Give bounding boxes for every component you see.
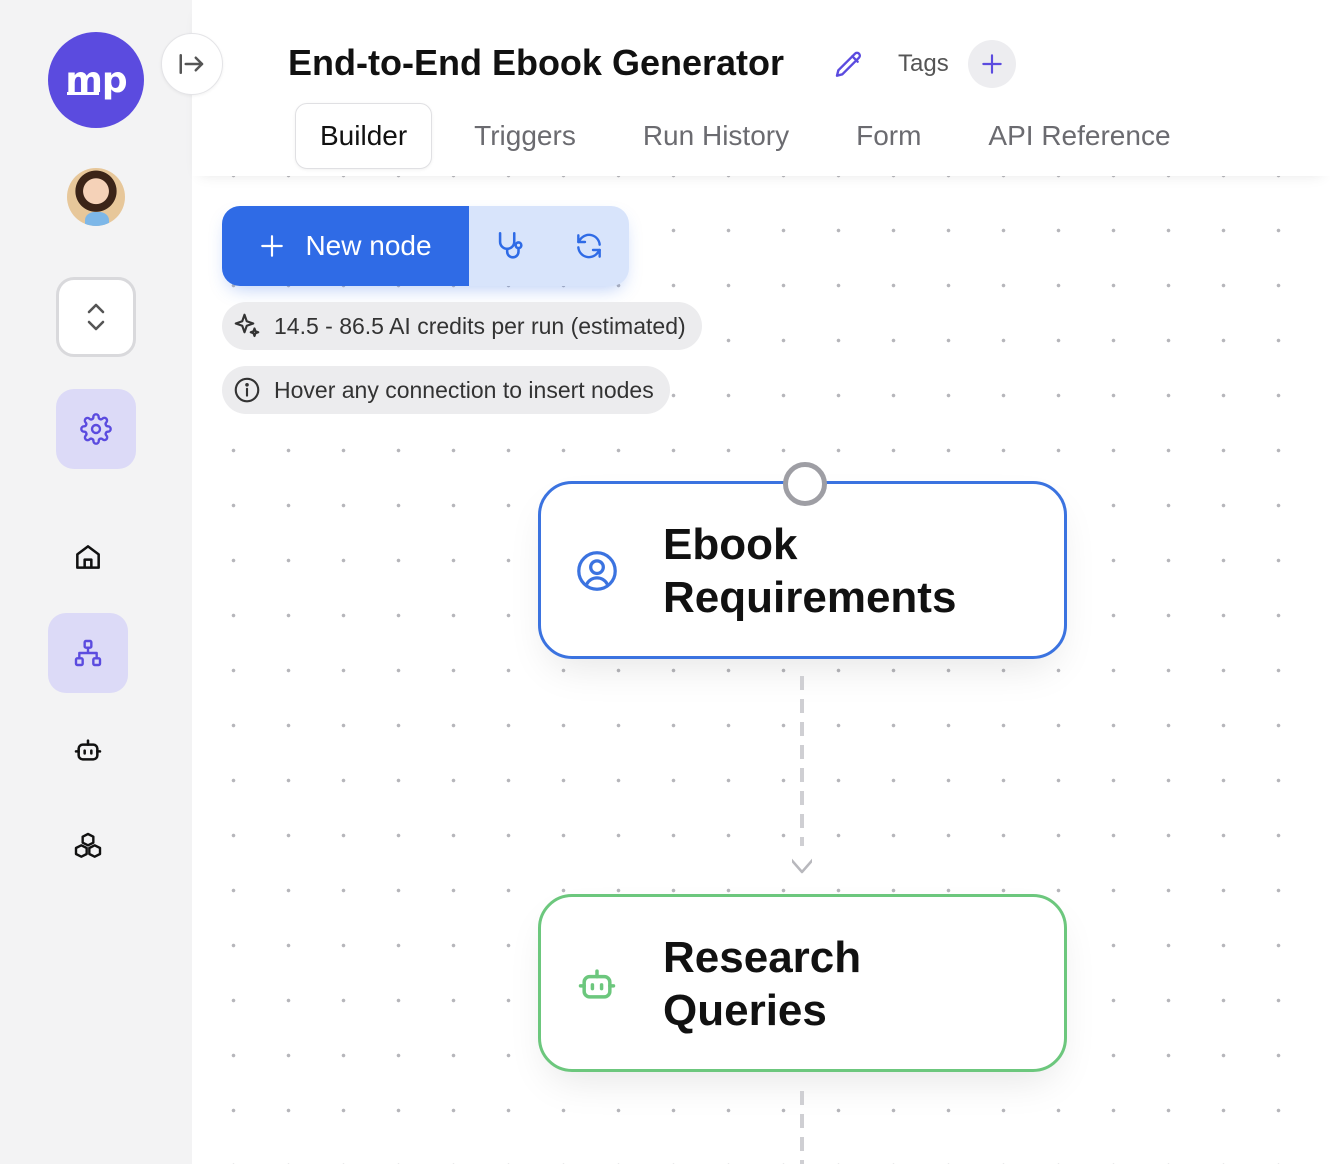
stethoscope-icon	[498, 231, 523, 259]
node-title: Ebook Requirements	[663, 520, 957, 622]
tags-label: Tags	[898, 50, 949, 77]
expand-sidebar-button[interactable]	[161, 33, 223, 95]
node-type-icon-wrap	[571, 545, 623, 597]
credits-estimate-text: 14.5 - 86.5 AI credits per run (estimate…	[274, 312, 686, 339]
workflow-canvas[interactable]: New node 14.5 - 86.5 AI credits per run …	[192, 176, 1330, 1164]
workflow-header: End-to-End Ebook Generator Tags Builder …	[192, 0, 1330, 176]
tab-form[interactable]: Form	[831, 103, 946, 169]
sidebar-item-workflows[interactable]	[48, 613, 128, 693]
page-title: End-to-End Ebook Generator	[288, 42, 785, 83]
chevron-up-down-icon	[87, 303, 105, 331]
node-connection[interactable]	[792, 676, 812, 881]
settings-button[interactable]	[56, 389, 136, 469]
workspace-switcher-button[interactable]	[56, 277, 136, 357]
refresh-icon	[577, 233, 601, 259]
credits-estimate-badge: 14.5 - 86.5 AI credits per run (estimate…	[222, 302, 702, 350]
pencil-icon	[835, 51, 862, 77]
sidebar-item-home[interactable]	[48, 517, 128, 597]
tab-triggers[interactable]: Triggers	[449, 103, 601, 169]
node-input-handle[interactable]	[783, 462, 827, 506]
avatar[interactable]	[67, 168, 125, 226]
workflow-node-ebook-requirements[interactable]: Ebook Requirements	[538, 462, 1067, 659]
tab-run-history[interactable]: Run History	[618, 103, 814, 169]
tab-api-reference[interactable]: API Reference	[963, 103, 1195, 169]
refresh-button[interactable]	[565, 222, 613, 270]
sidebar-item-integrations[interactable]	[48, 806, 128, 886]
bot-icon	[74, 739, 102, 761]
bot-icon	[578, 969, 616, 999]
diagnose-button[interactable]	[486, 222, 534, 270]
workflow-icon	[74, 639, 102, 667]
info-icon	[234, 377, 260, 403]
add-tag-button[interactable]	[968, 40, 1016, 88]
sidebar-item-agents[interactable]	[48, 710, 128, 790]
plus-icon	[982, 54, 1002, 74]
user-circle-icon	[577, 551, 617, 591]
logo-text: mp	[65, 59, 127, 101]
gear-icon	[80, 413, 112, 445]
edit-title-button[interactable]	[832, 48, 866, 82]
insert-hint-text: Hover any connection to insert nodes	[274, 376, 654, 403]
boxes-icon	[74, 832, 102, 858]
plus-icon	[261, 235, 284, 257]
node-type-icon-wrap	[571, 958, 623, 1010]
home-icon	[76, 545, 100, 569]
tab-bar: Builder Triggers Run History Form API Re…	[295, 103, 1213, 169]
expand-sidebar-icon	[179, 54, 204, 74]
app-logo[interactable]: mp	[48, 32, 144, 128]
tab-builder[interactable]: Builder	[295, 103, 433, 169]
new-node-label: New node	[305, 230, 432, 261]
sidebar: mp	[0, 0, 192, 1164]
node-title: Research Queries	[663, 933, 862, 1035]
canvas-toolbar: New node	[222, 206, 629, 286]
new-node-button[interactable]: New node	[222, 206, 469, 286]
app-root: mp End-to-End Ebook Generator Tags Build…	[0, 0, 1330, 1164]
node-connection[interactable]	[792, 1091, 812, 1164]
insert-hint-badge: Hover any connection to insert nodes	[222, 366, 670, 414]
workflow-node-research-queries[interactable]: Research Queries	[538, 894, 1067, 1072]
sparkles-icon	[234, 313, 260, 338]
